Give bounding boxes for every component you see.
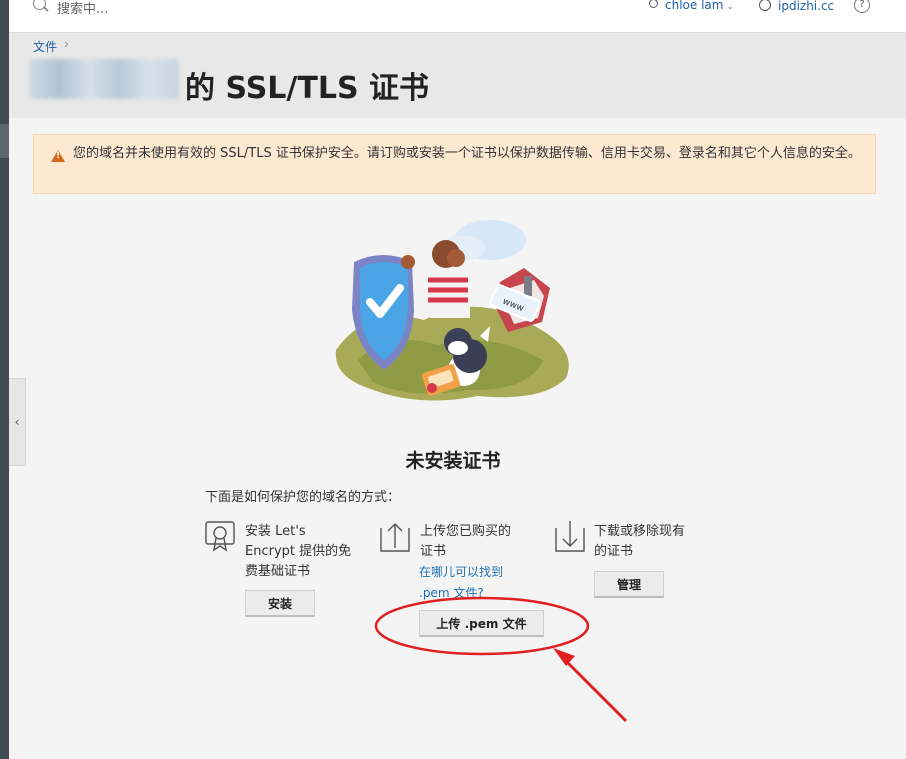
pem-help-link-line: .pem 文件?: [419, 586, 484, 600]
manage-option-text: 下载或移除现有 的证书: [594, 522, 685, 562]
upload-text-line: 上传您已购买的: [420, 524, 512, 539]
upload-option-text: 上传您已购买的 证书: [420, 522, 511, 562]
install-text-line: Encrypt 提供的免: [245, 544, 352, 559]
no-certificate-heading: 未安装证书: [405, 450, 501, 472]
left-navigation-bar: [0, 0, 9, 759]
blurred-domain-title: [29, 59, 179, 99]
security-illustration: www: [335, 220, 569, 401]
download-arrow-icon: [555, 521, 585, 552]
upload-text-line: 证书: [420, 544, 447, 559]
manage-text-line: 的证书: [594, 544, 634, 559]
warning-icon: [51, 150, 65, 162]
annotation-arrow-head: [553, 648, 575, 666]
warning-text: 您的域名并未使用有效的 SSL/TLS 证书保护安全。请订购或安装一个证书以保护…: [73, 146, 861, 161]
install-button[interactable]: 安装: [245, 590, 315, 617]
upload-pem-button[interactable]: 上传 .pem 文件: [419, 610, 544, 637]
page-title: 的 SSL/TLS 证书: [185, 71, 430, 106]
install-text-line: 安装 Let's: [245, 524, 306, 539]
certificate-badge-icon: [205, 521, 235, 552]
page-header: 文件 › 的 SSL/TLS 证书: [9, 33, 906, 118]
domain-name: ipdizhi.cc: [778, 0, 835, 13]
nav-active-marker: [0, 124, 9, 158]
protection-options-subtitle: 下面是如何保护您的域名的方式：: [205, 490, 401, 505]
chevron-left-icon: ‹: [14, 415, 20, 429]
search-input[interactable]: 搜索中...: [57, 0, 108, 17]
manage-button[interactable]: 管理: [594, 571, 664, 598]
domain-selector[interactable]: ipdizhi.cc: [759, 0, 834, 13]
annotation-arrow-line: [558, 653, 628, 723]
pem-help-link[interactable]: 在哪儿可以找到 .pem 文件?: [419, 562, 503, 604]
user-icon: [649, 0, 658, 8]
user-name: chloe lam: [665, 0, 724, 12]
pem-help-link-line: 在哪儿可以找到: [419, 565, 504, 579]
manage-text-line: 下载或移除现有: [594, 524, 686, 539]
warning-banner: 您的域名并未使用有效的 SSL/TLS 证书保护安全。请订购或安装一个证书以保护…: [33, 134, 876, 194]
breadcrumb-files[interactable]: 文件: [33, 38, 57, 55]
search-icon[interactable]: [33, 0, 46, 10]
breadcrumb-separator: ›: [64, 37, 69, 51]
install-text-line: 费基础证书: [245, 564, 311, 579]
top-bar: 搜索中... chloe lam ⌄ ipdizhi.cc ?: [9, 0, 906, 33]
user-menu[interactable]: chloe lam ⌄: [649, 0, 734, 12]
chevron-down-icon: ⌄: [726, 2, 734, 12]
help-icon[interactable]: ?: [854, 0, 870, 13]
globe-icon: [759, 0, 771, 11]
install-option-text: 安装 Let's Encrypt 提供的免 费基础证书: [245, 522, 351, 582]
upload-arrow-icon: [380, 523, 410, 552]
